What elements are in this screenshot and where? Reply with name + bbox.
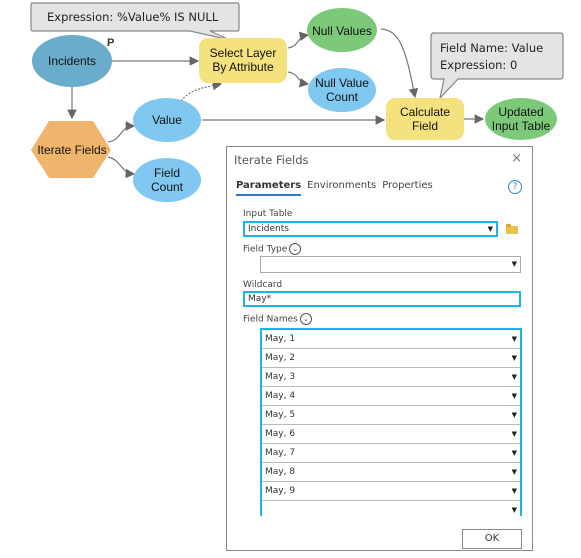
node-null-value-count-line2: Count <box>326 90 359 104</box>
parameter-marker: P <box>107 37 114 49</box>
dialog-tabs: Parameters Environments Properties <box>236 180 433 196</box>
field-name-value: May, 6 <box>265 429 296 439</box>
field-name-row[interactable]: May, 2 ▼ <box>262 349 520 368</box>
wildcard-label: Wildcard <box>243 280 283 290</box>
callout-select-expression: Expression: %Value% IS NULL <box>30 2 240 41</box>
node-value[interactable]: Value <box>133 98 201 142</box>
field-name-value: May, 1 <box>265 334 296 344</box>
edge-value-select <box>180 80 223 102</box>
field-type-expand-icon[interactable]: ⌄ <box>289 243 302 255</box>
field-name-value: May, 3 <box>265 372 296 382</box>
field-name-row[interactable]: May, 9 ▼ <box>262 482 520 501</box>
field-names-label-text: Field Names <box>243 314 298 325</box>
edge-select-nullvalues <box>287 31 310 49</box>
dropdown-arrow-icon: ▼ <box>511 354 517 362</box>
field-name-value: May, 9 <box>265 486 296 496</box>
field-name-row-empty[interactable]: ▼ <box>262 501 520 520</box>
dropdown-arrow-icon: ▼ <box>511 449 517 457</box>
node-null-values-label: Null Values <box>312 24 372 38</box>
field-name-value: May, 8 <box>265 467 296 477</box>
node-incidents-label: Incidents <box>48 54 96 68</box>
field-name-row[interactable]: May, 1 ▼ <box>262 330 520 349</box>
callout-calc-field-name: Field Name: Value <box>440 41 543 55</box>
field-names-label: Field Names ⌄ <box>243 313 312 325</box>
field-name-row[interactable]: May, 5 ▼ <box>262 406 520 425</box>
node-field-count-line2: Count <box>151 180 184 194</box>
resize-grip-icon[interactable]: ⋰ <box>524 541 530 548</box>
field-name-value: May, 5 <box>265 410 296 420</box>
node-updated-input-table[interactable]: Updated Input Table <box>485 98 557 140</box>
dropdown-arrow-icon: ▼ <box>511 260 517 268</box>
iterate-fields-dialog: Iterate Fields × Parameters Environments… <box>226 146 533 551</box>
node-null-value-count-line1: Null Value <box>315 76 369 90</box>
tab-environments[interactable]: Environments <box>307 180 376 196</box>
node-field-count-line1: Field <box>154 166 180 180</box>
node-field-count[interactable]: Field Count <box>133 158 201 202</box>
input-table-value: Incidents <box>248 224 289 234</box>
node-calculate-field[interactable]: Calculate Field <box>386 98 464 140</box>
help-icon[interactable]: ? <box>508 180 522 194</box>
dropdown-arrow-icon: ▼ <box>511 468 517 476</box>
callout-calc-expression: Expression: 0 <box>440 58 517 72</box>
node-select-layer-by-attribute[interactable]: Select Layer By Attribute <box>199 38 287 83</box>
field-type-dropdown[interactable]: ▼ <box>260 256 521 273</box>
wildcard-input[interactable]: May* <box>243 291 521 307</box>
field-name-value: May, 4 <box>265 391 296 401</box>
dropdown-arrow-icon: ▼ <box>511 411 517 419</box>
field-type-label: Field Type ⌄ <box>243 243 302 255</box>
field-name-value: May, 7 <box>265 448 296 458</box>
callout-calc-field: Field Name: Value Expression: 0 <box>430 32 564 100</box>
field-name-row[interactable]: May, 4 ▼ <box>262 387 520 406</box>
node-iterate-fields-label: Iterate Fields <box>37 143 106 157</box>
tab-parameters[interactable]: Parameters <box>236 180 302 196</box>
tab-properties[interactable]: Properties <box>382 180 433 196</box>
node-iterate-fields[interactable]: Iterate Fields <box>31 121 111 178</box>
dropdown-arrow-icon: ▼ <box>487 225 493 233</box>
field-name-row[interactable]: May, 7 ▼ <box>262 444 520 463</box>
node-select-layer-line1: Select Layer <box>210 46 277 60</box>
edge-iterate-fieldcount <box>107 156 136 179</box>
dropdown-arrow-icon: ▼ <box>511 487 517 495</box>
callout-select-expression-text: Expression: %Value% IS NULL <box>47 10 219 24</box>
node-null-values[interactable]: Null Values <box>307 8 377 52</box>
field-names-list: May, 1 ▼ May, 2 ▼ May, 3 ▼ May, 4 ▼ May, 5 ▼ … <box>260 328 522 520</box>
edge-nullvalues-calc <box>380 28 419 99</box>
dropdown-arrow-icon: ▼ <box>511 373 517 381</box>
node-value-label: Value <box>152 113 182 127</box>
input-table-label: Input Table <box>243 209 293 219</box>
node-incidents[interactable]: Incidents P <box>32 35 114 87</box>
input-table-dropdown[interactable]: Incidents ▼ <box>243 221 498 237</box>
node-calculate-field-line1: Calculate <box>400 105 450 119</box>
wildcard-value: May* <box>248 294 272 304</box>
field-type-label-text: Field Type <box>243 244 288 255</box>
field-name-value: May, 2 <box>265 353 296 363</box>
dropdown-arrow-icon: ▼ <box>511 335 517 343</box>
field-name-row[interactable]: May, 3 ▼ <box>262 368 520 387</box>
node-select-layer-line2: By Attribute <box>212 60 274 74</box>
dropdown-arrow-icon: ▼ <box>511 506 517 514</box>
node-calculate-field-line2: Field <box>412 119 438 133</box>
field-names-expand-icon[interactable]: ⌄ <box>299 313 312 325</box>
node-updated-input-table-line1: Updated <box>498 105 543 119</box>
dropdown-arrow-icon: ▼ <box>511 430 517 438</box>
close-icon[interactable]: × <box>511 151 522 166</box>
ok-button[interactable]: OK <box>462 529 522 549</box>
field-name-row[interactable]: May, 8 ▼ <box>262 463 520 482</box>
node-null-value-count[interactable]: Null Value Count <box>308 68 376 112</box>
dropdown-arrow-icon: ▼ <box>511 392 517 400</box>
field-name-row[interactable]: May, 6 ▼ <box>262 425 520 444</box>
browse-folder-icon[interactable] <box>506 224 518 234</box>
edge-iterate-value <box>107 121 136 143</box>
dialog-title: Iterate Fields <box>234 153 309 167</box>
edge-select-nullcount <box>287 71 310 88</box>
node-updated-input-table-line2: Input Table <box>492 119 551 133</box>
